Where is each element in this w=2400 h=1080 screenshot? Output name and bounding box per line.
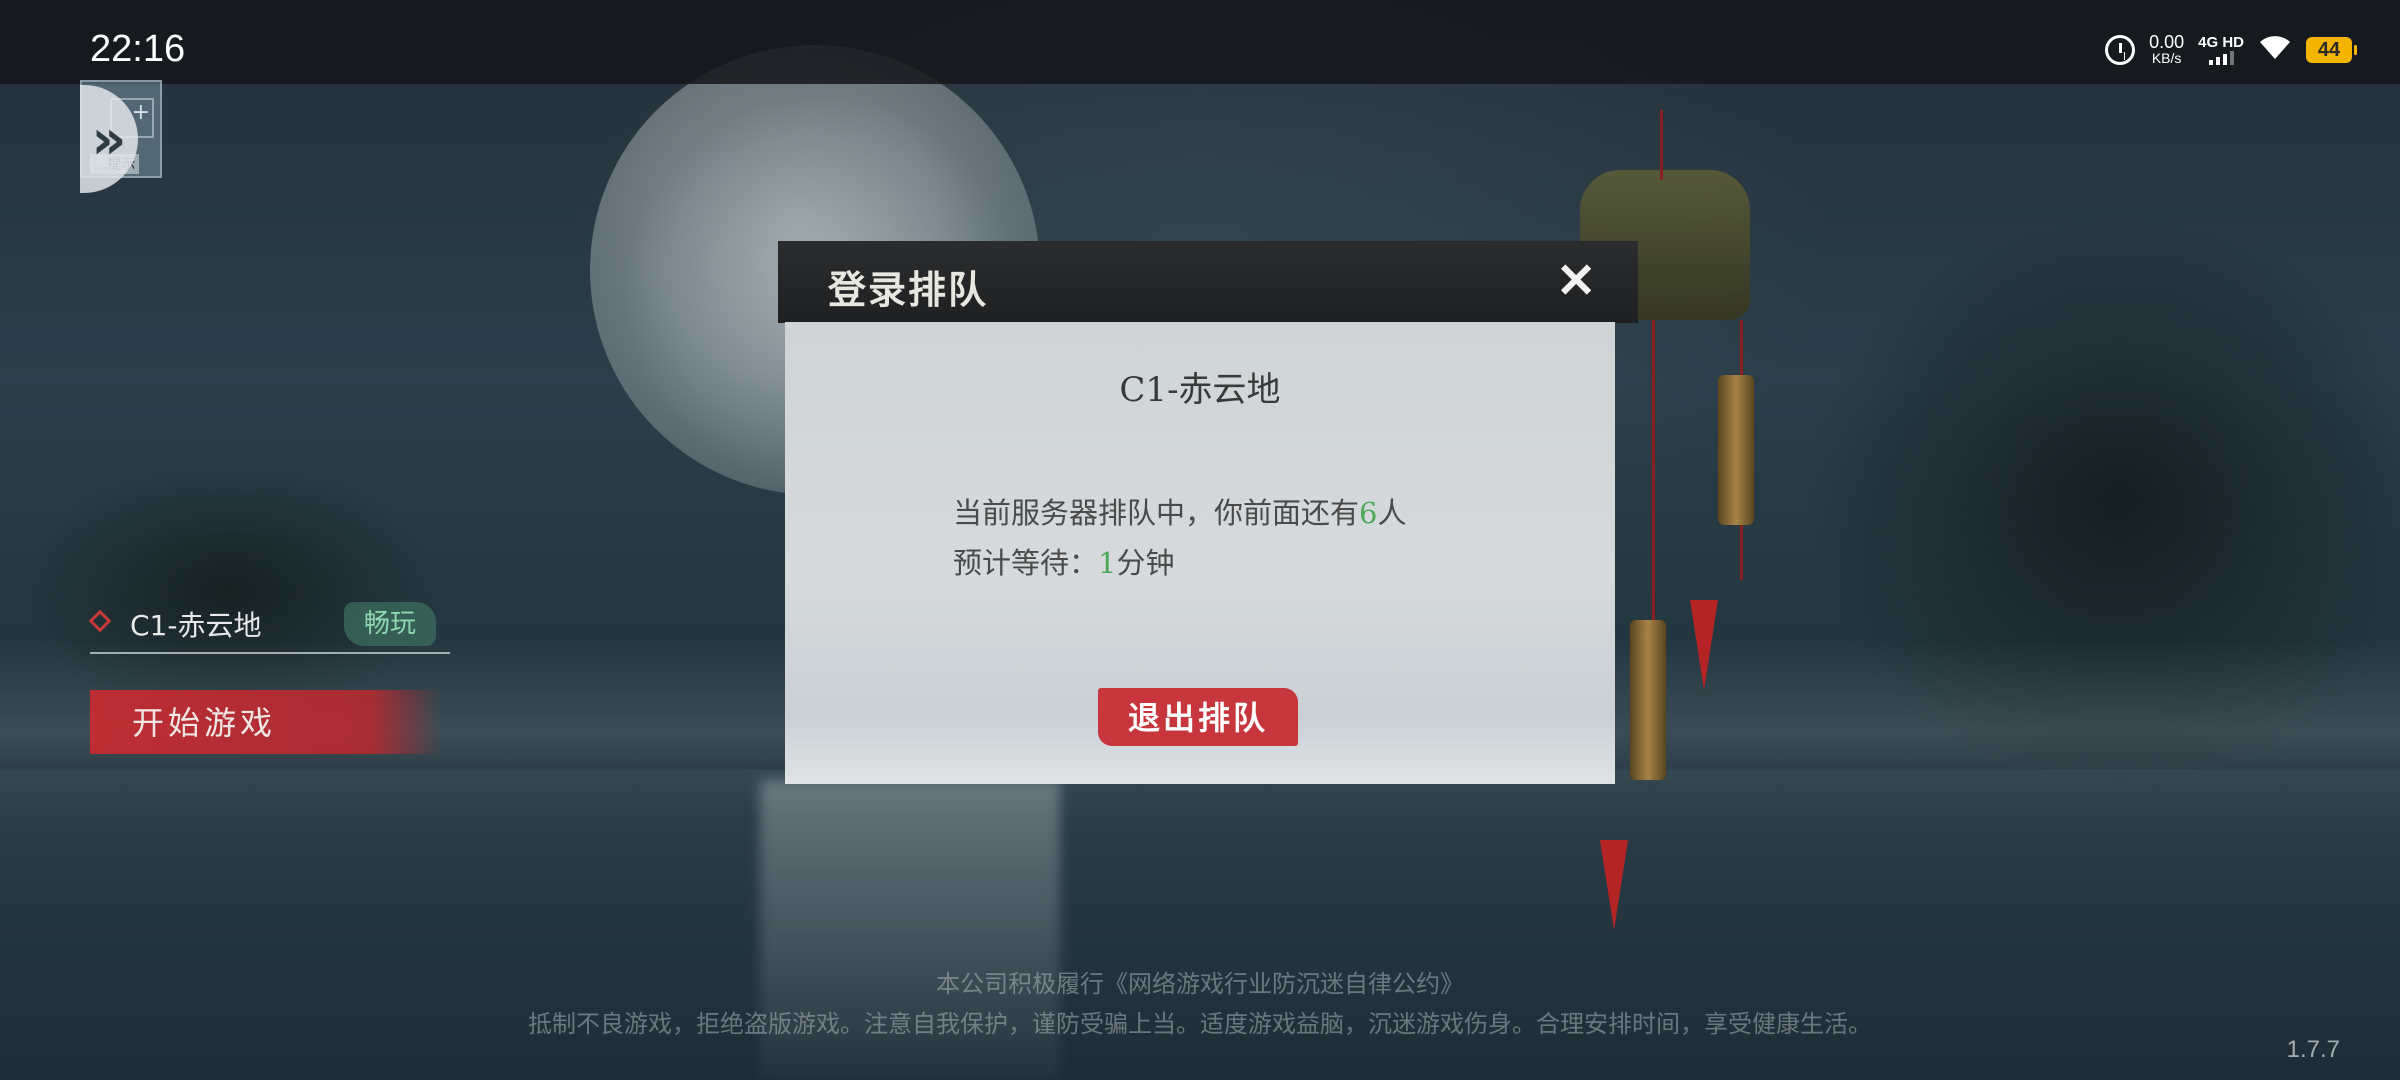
close-button[interactable]: ✕	[1550, 255, 1602, 308]
queue-count: 6	[1359, 496, 1378, 530]
red-tassel	[1690, 600, 1718, 690]
queue-text-prefix: 当前服务器排队中，你前面还有	[953, 496, 1360, 530]
server-name: C1-赤云地	[130, 609, 262, 642]
dialog-header: 登录排队 ✕	[778, 241, 1638, 323]
chime-tube	[1718, 375, 1754, 525]
alarm-icon	[2105, 35, 2136, 65]
wait-prefix: 预计等待：	[953, 546, 1099, 580]
status-bar: 22:16 0.00 KB/s 4G HD 44	[0, 0, 2400, 84]
version-label: 1.7.7	[2286, 1036, 2340, 1063]
server-selector[interactable]: C1-赤云地 畅玩	[88, 600, 450, 654]
anti-addiction-notice-line2: 抵制不良游戏，拒绝盗版游戏。注意自我保护，谨防受骗上当。适度游戏益脑，沉迷游戏伤…	[528, 1010, 1872, 1038]
queue-text-suffix: 人	[1377, 496, 1407, 530]
net-speed-unit: KB/s	[2151, 50, 2182, 66]
wait-time-text: 预计等待：1分钟	[953, 540, 1174, 582]
chime-cord	[1660, 110, 1663, 180]
anti-addiction-notice-line1: 本公司积极履行《网络游戏行业防沉迷自律公约》	[936, 970, 1464, 998]
wait-minutes: 1	[1098, 546, 1117, 580]
exit-queue-button[interactable]: 退出排队	[1098, 688, 1298, 746]
status-icons: 0.00 KB/s 4G HD 44	[2105, 30, 2357, 70]
net-speed: 0.00 KB/s	[2149, 32, 2185, 66]
close-icon: ✕	[1556, 255, 1597, 308]
net-speed-value: 0.00	[2149, 32, 2185, 52]
battery-icon: 44	[2306, 37, 2357, 63]
dialog-server-name: C1-赤云地	[1119, 370, 1281, 410]
server-status-badge: 畅玩	[344, 602, 436, 646]
queue-position-text: 当前服务器排队中，你前面还有6人	[953, 490, 1406, 532]
queue-dialog: C1-赤云地 当前服务器排队中，你前面还有6人 预计等待：1分钟 退出排队	[785, 322, 1615, 784]
status-time: 22:16	[90, 28, 186, 70]
chime-tube	[1630, 620, 1666, 780]
diamond-icon	[88, 609, 112, 633]
chevron-right-icon: »	[91, 107, 127, 171]
network-type: 4G HD	[2198, 34, 2244, 51]
wifi-icon	[2258, 33, 2292, 67]
start-game-button[interactable]: 开始游戏	[90, 690, 440, 754]
chime-cord	[1652, 320, 1655, 650]
signal-icon: 4G HD	[2198, 35, 2244, 65]
dialog-title: 登录排队	[828, 267, 989, 312]
signal-bars	[2208, 51, 2234, 65]
wait-suffix: 分钟	[1116, 546, 1175, 580]
red-tassel	[1600, 840, 1628, 930]
